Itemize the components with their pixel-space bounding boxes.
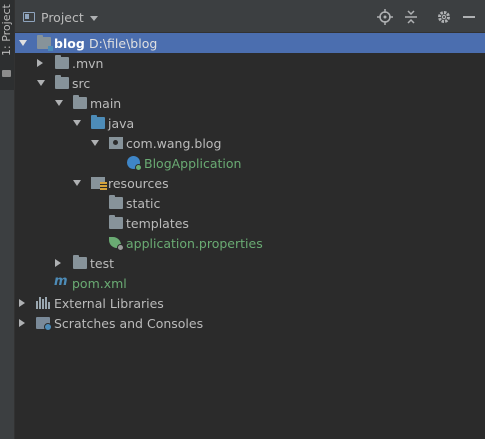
folder-icon — [2, 70, 11, 77]
locate-icon[interactable] — [377, 9, 393, 25]
package-icon — [109, 137, 123, 149]
tree-node-pom[interactable]: m pom.xml — [15, 273, 485, 293]
node-label-test: test — [90, 256, 115, 271]
expand-arrow-icon[interactable] — [73, 180, 81, 186]
hide-icon[interactable] — [461, 9, 477, 25]
node-label-blogapplication: BlogApplication — [144, 156, 242, 171]
tree-node-external-libraries[interactable]: External Libraries — [15, 293, 485, 313]
folder-icon — [55, 75, 69, 89]
collapse-arrow-icon[interactable] — [19, 298, 25, 307]
tree-node-main[interactable]: main — [15, 93, 485, 113]
tool-window-strip: 1: Project — [0, 0, 15, 439]
node-label-resources: resources — [108, 176, 169, 191]
folder-icon — [73, 95, 87, 109]
scratches-icon — [36, 317, 52, 331]
view-selector[interactable]: Project — [23, 9, 98, 25]
maven-icon: m — [54, 274, 68, 289]
tree-node-blogapplication[interactable]: BlogApplication — [15, 153, 485, 173]
node-label-mvn: .mvn — [72, 56, 104, 71]
folder-icon — [55, 55, 69, 69]
expand-arrow-icon[interactable] — [73, 120, 81, 126]
node-label-properties: application.properties — [126, 236, 263, 251]
libraries-icon — [36, 297, 50, 309]
resources-folder-icon — [91, 177, 107, 190]
node-label-pom: pom.xml — [72, 276, 127, 291]
node-label-package: com.wang.blog — [126, 136, 222, 151]
expand-arrow-icon[interactable] — [91, 140, 99, 146]
node-label-blog: blog — [54, 36, 85, 51]
tree-node-package[interactable]: com.wang.blog — [15, 133, 485, 153]
chevron-down-icon — [89, 15, 98, 21]
gear-icon[interactable] — [436, 9, 452, 25]
tree-node-templates[interactable]: templates — [15, 213, 485, 233]
source-folder-icon — [91, 115, 105, 129]
collapse-arrow-icon[interactable] — [37, 58, 43, 67]
tree-node-properties[interactable]: application.properties — [15, 233, 485, 253]
expand-arrow-icon[interactable] — [19, 40, 27, 46]
collapse-all-icon[interactable] — [403, 9, 419, 25]
module-folder-icon — [37, 35, 53, 51]
node-label-scratches: Scratches and Consoles — [54, 316, 204, 331]
node-path-blog: D:\file\blog — [89, 36, 158, 51]
tree-node-resources[interactable]: resources — [15, 173, 485, 193]
expand-arrow-icon[interactable] — [55, 100, 63, 106]
tree-node-static[interactable]: static — [15, 193, 485, 213]
node-label-static: static — [126, 196, 161, 211]
tree-node-test[interactable]: test — [15, 253, 485, 273]
view-title: Project — [41, 9, 84, 25]
spring-boot-class-icon — [127, 156, 142, 171]
tree-node-src[interactable]: src — [15, 73, 485, 93]
project-view-icon — [23, 12, 35, 22]
node-label-templates: templates — [126, 216, 189, 231]
collapse-arrow-icon[interactable] — [55, 258, 61, 267]
folder-icon — [109, 195, 123, 209]
tree-node-java[interactable]: java — [15, 113, 485, 133]
node-label-main: main — [90, 96, 122, 111]
folder-icon — [109, 215, 123, 229]
spring-properties-icon — [109, 237, 124, 251]
tree-node-blog[interactable]: blog D:\file\blog — [15, 33, 485, 53]
project-toolbar: Project — [15, 0, 485, 33]
project-tool-tab[interactable]: 1: Project — [0, 0, 14, 90]
node-label-java: java — [108, 116, 135, 131]
collapse-arrow-icon[interactable] — [19, 318, 25, 327]
node-label-external-libraries: External Libraries — [54, 296, 164, 311]
folder-icon — [73, 255, 87, 269]
project-tab-label: 1: Project — [0, 4, 13, 56]
expand-arrow-icon[interactable] — [37, 80, 45, 86]
node-label-src: src — [72, 76, 91, 91]
tree-node-scratches[interactable]: Scratches and Consoles — [15, 313, 485, 333]
tree-node-mvn[interactable]: .mvn — [15, 53, 485, 73]
